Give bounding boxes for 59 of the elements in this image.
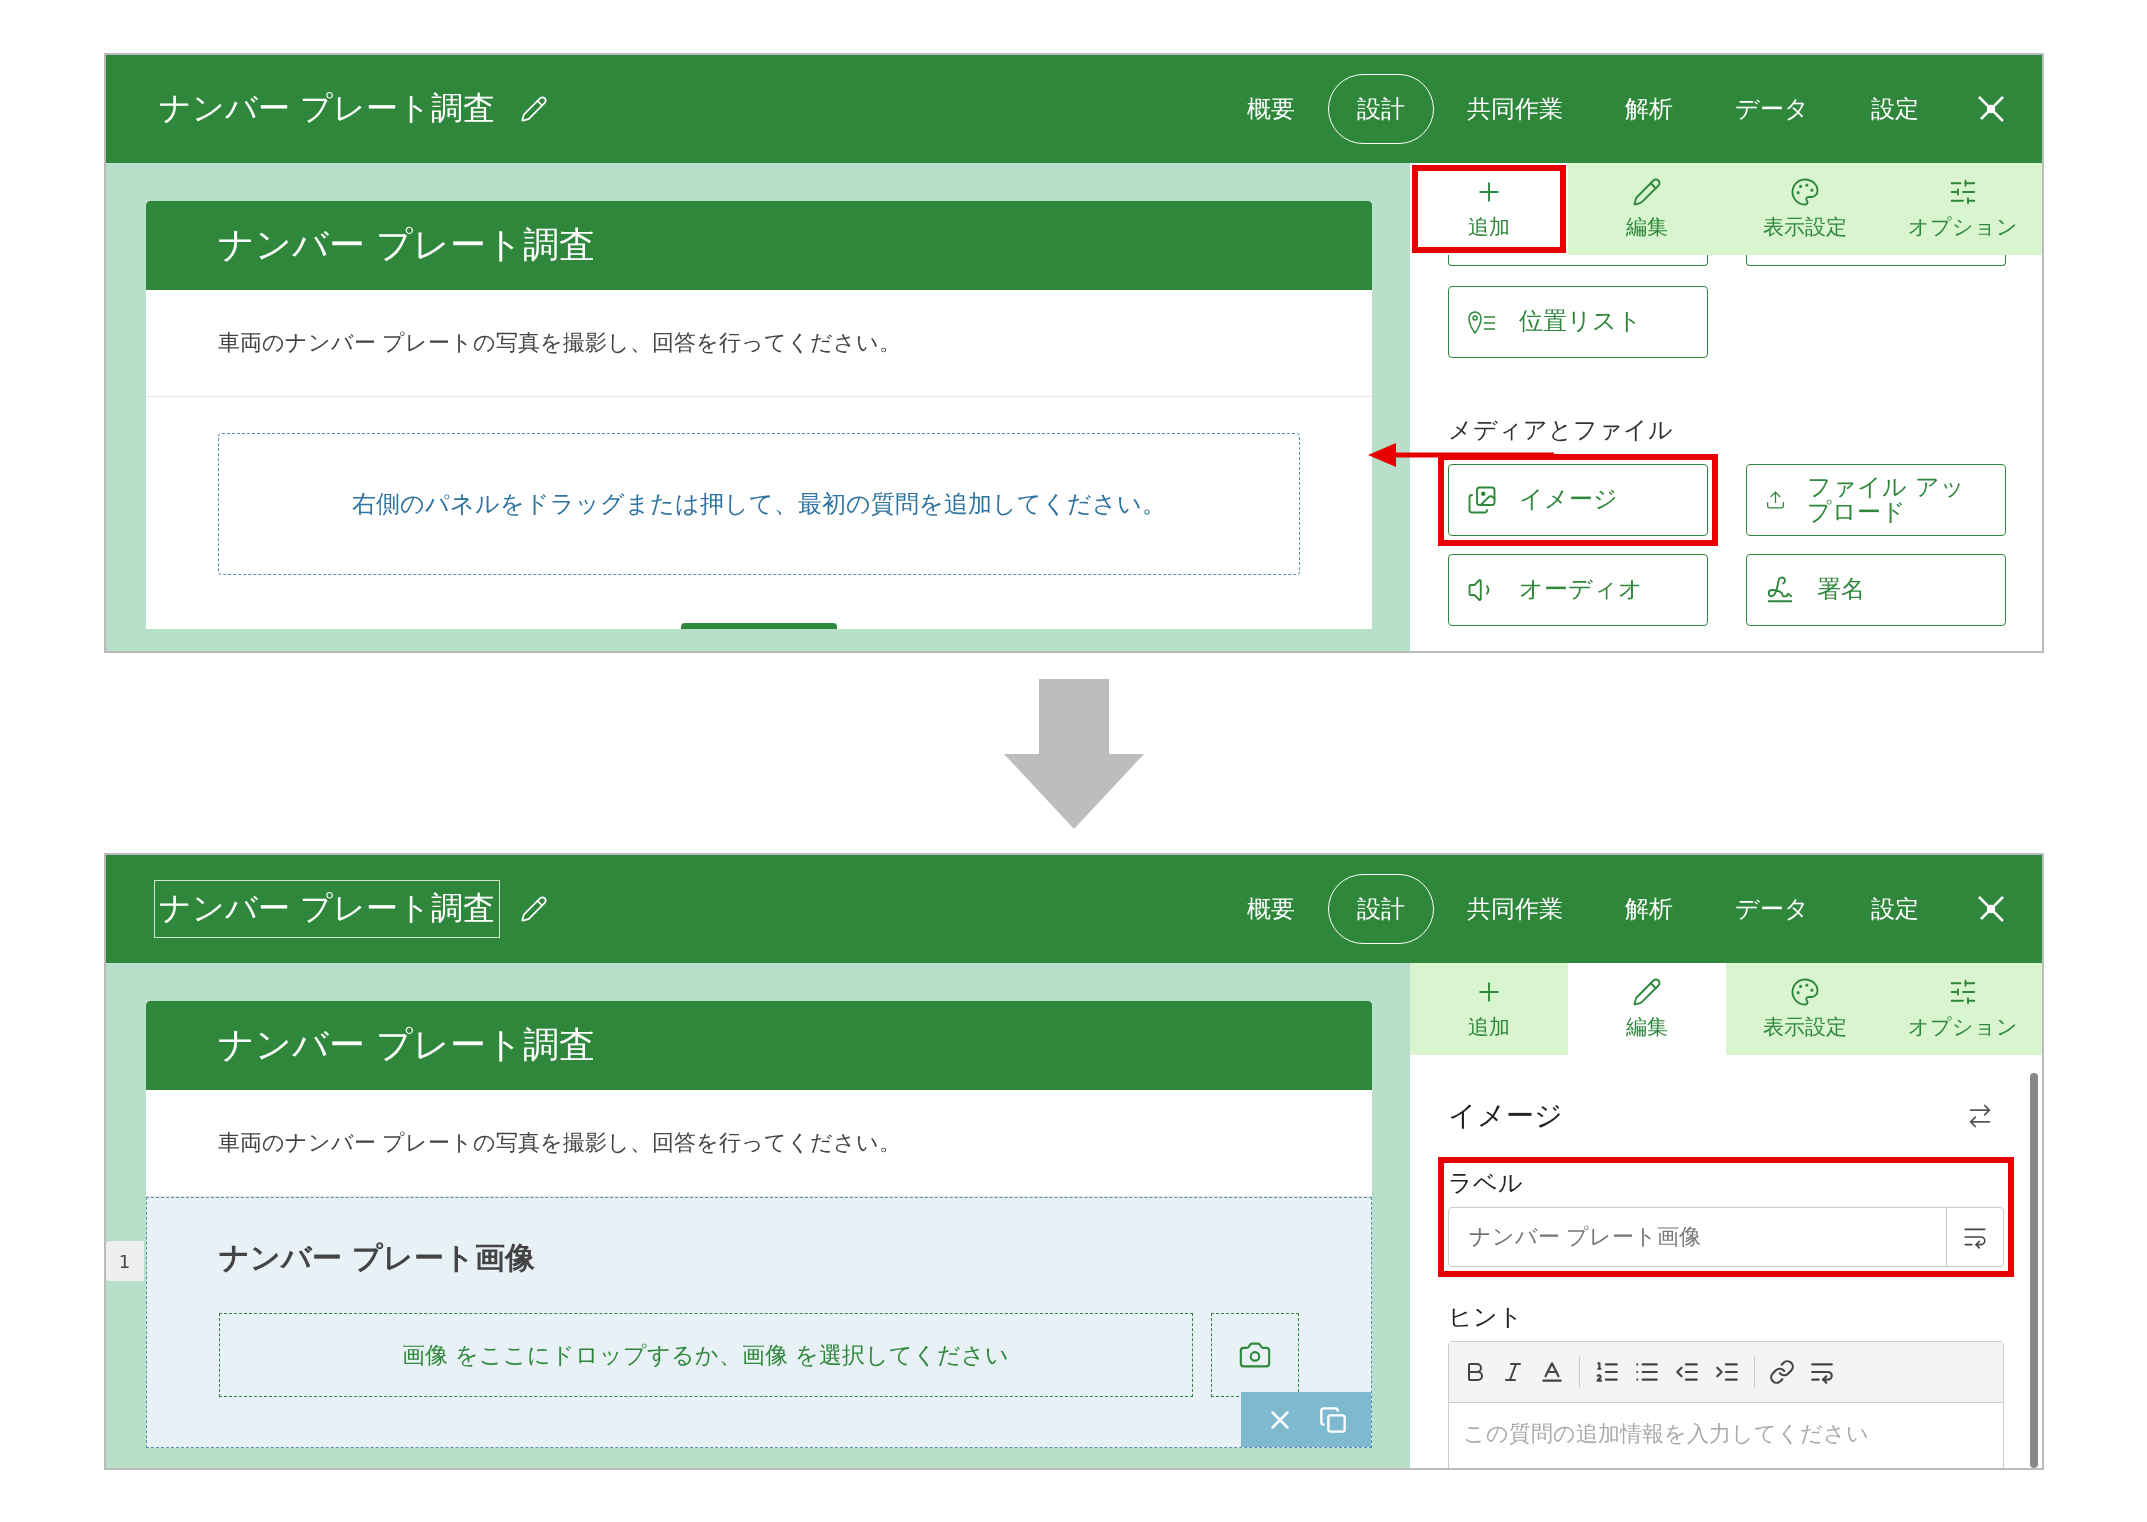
panel-tab[interactable]: オプション xyxy=(1883,963,2042,1055)
nav-tab[interactable]: データ xyxy=(1705,74,1838,144)
field-label: ラベル xyxy=(1447,1168,1524,1199)
item-label: オーディオ xyxy=(1518,577,1643,603)
pencil-icon[interactable] xyxy=(519,95,548,123)
panel-tab[interactable]: 表示設定 xyxy=(1725,163,1884,255)
panel-tab[interactable]: 編集 xyxy=(1567,163,1726,255)
image-drop-zone[interactable]: 画像 をここにドロップするか、画像 を選択してください xyxy=(218,1313,1193,1397)
item-label: イメージ xyxy=(1518,487,1618,513)
nav-tab[interactable]: 解析 xyxy=(1595,74,1702,144)
nav-tab[interactable]: 設定 xyxy=(1841,74,1948,144)
network-icon[interactable] xyxy=(1975,894,2006,924)
palette-icon xyxy=(1789,977,1820,1007)
section-heading: メディアとファイル xyxy=(1447,415,1674,446)
hint-editor[interactable]: この質問の追加情報を入力してください xyxy=(1447,1341,2004,1468)
panel-tab[interactable]: 表示設定 xyxy=(1725,963,1884,1055)
panel-tab[interactable]: オプション xyxy=(1883,163,2042,255)
nav-tab[interactable]: 共同作業 xyxy=(1437,74,1592,144)
form-title: ナンバー プレート調査 xyxy=(145,1001,1372,1090)
hint-placeholder: この質問の追加情報を入力してください xyxy=(1461,1420,1870,1448)
network-icon[interactable] xyxy=(1975,94,2006,124)
empty-form-hint[interactable]: 右側のパネルをドラッグまたは押して、最初の質問を追加してください。 xyxy=(217,433,1300,575)
nav-tab[interactable]: 共同作業 xyxy=(1437,874,1592,944)
question-number: 1 xyxy=(105,1241,144,1281)
nav-tab[interactable]: 概要 xyxy=(1217,74,1324,144)
nav-tab[interactable]: 設定 xyxy=(1841,874,1948,944)
survey-title[interactable]: ナンバー プレート調査 xyxy=(153,880,500,938)
palette-icon xyxy=(1789,177,1820,207)
toolbox-item[interactable]: ファイル アップロード xyxy=(1745,464,2006,536)
pencil-icon xyxy=(1631,177,1662,207)
field-label: ヒント xyxy=(1447,1302,1524,1333)
nav-tab[interactable]: データ xyxy=(1705,874,1838,944)
panel-tab[interactable]: 追加 xyxy=(1409,963,1568,1055)
down-arrow-icon xyxy=(1003,679,1144,829)
scrollbar[interactable] xyxy=(2029,1073,2038,1468)
question-title: ナンバー プレート画像 xyxy=(218,1239,536,1277)
panel-heading: イメージ xyxy=(1447,1098,1563,1134)
label-field[interactable]: ナンバー プレート画像 xyxy=(1447,1207,2004,1267)
item-label: 署名 xyxy=(1816,577,1865,603)
survey-title[interactable]: ナンバー プレート調査 xyxy=(153,80,500,138)
item-label: ファイル アップロード xyxy=(1807,474,1967,526)
form-description: 車両のナンバー プレートの写真を撮影し、回答を行ってください。 xyxy=(145,290,1372,397)
question-panel[interactable]: ナンバー プレート画像 画像 をここにドロップするか、画像 を選択してください xyxy=(145,1197,1372,1448)
panel-tab[interactable]: 編集 xyxy=(1567,963,1726,1055)
pencil-icon xyxy=(1631,977,1662,1007)
nav-tab[interactable]: 概要 xyxy=(1217,874,1324,944)
link-icon[interactable] xyxy=(1768,1359,1795,1385)
nav-tab[interactable]: 解析 xyxy=(1595,874,1702,944)
item-label: 位置リスト xyxy=(1518,309,1642,335)
panel-tab[interactable]: 追加 xyxy=(1409,163,1568,255)
toolbox-item[interactable]: 位置リスト xyxy=(1447,286,1708,358)
toolbox-item[interactable]: オーディオ xyxy=(1447,554,1708,626)
toolbox-item[interactable] xyxy=(1447,255,1708,266)
toolbox-item[interactable]: イメージ xyxy=(1447,464,1708,536)
pencil-icon[interactable] xyxy=(519,895,548,923)
form-title: ナンバー プレート調査 xyxy=(145,201,1372,290)
image-icon xyxy=(1466,485,1497,515)
toolbox-item[interactable] xyxy=(1745,255,2006,266)
toolbox-item[interactable]: 署名 xyxy=(1745,554,2006,626)
